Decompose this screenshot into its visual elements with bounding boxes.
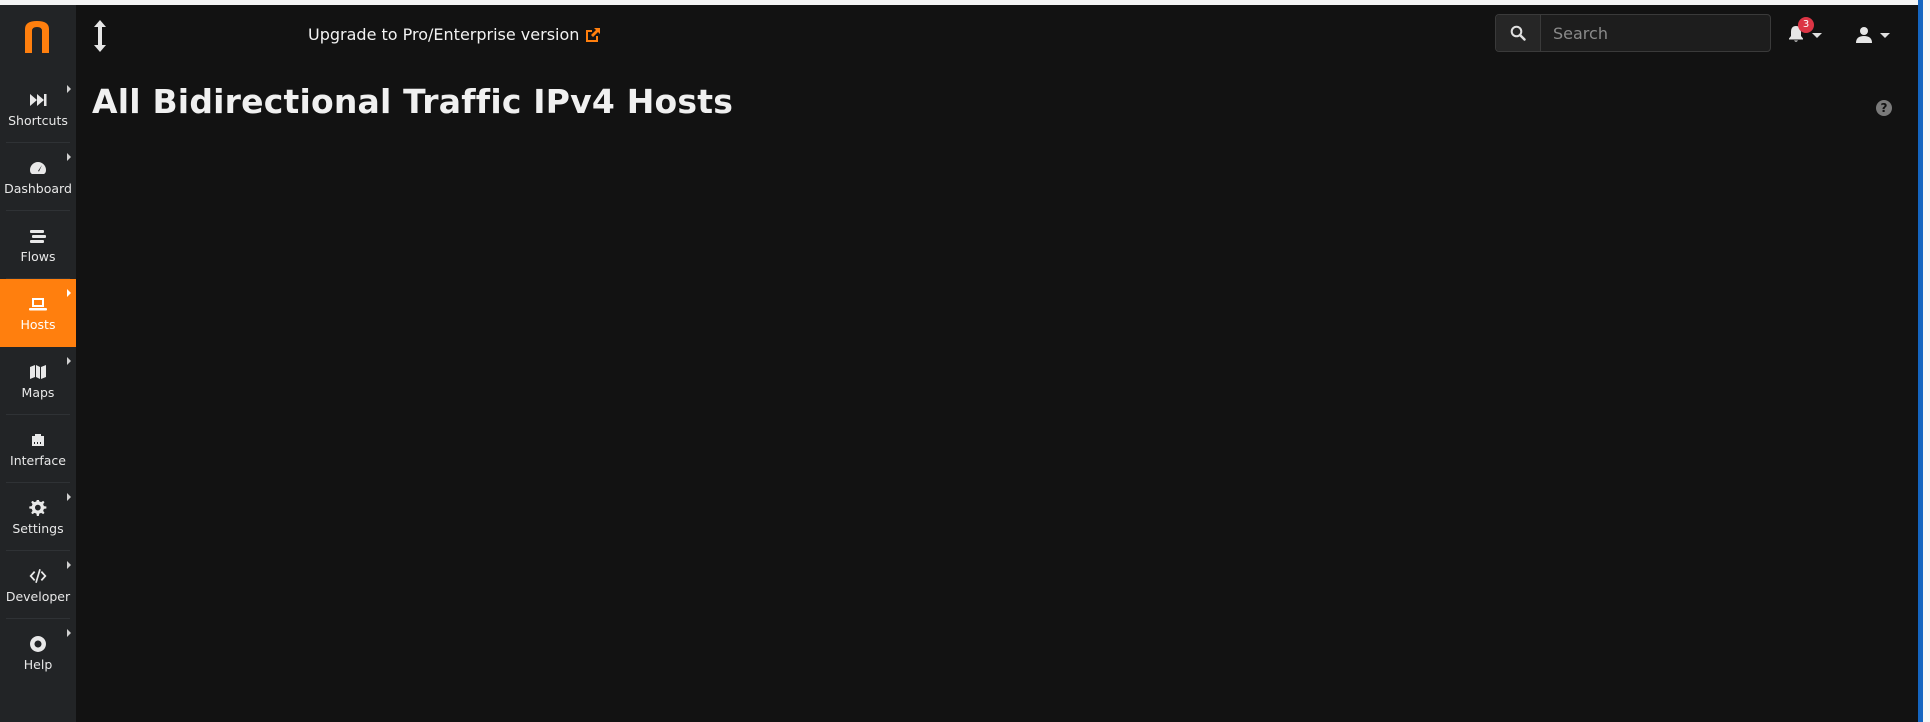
sidebar-item-label: Help <box>23 656 53 672</box>
sidebar-item-label: Dashboard <box>4 180 72 196</box>
search-box <box>1495 14 1771 52</box>
sidebar-item-label: Developer <box>5 588 71 604</box>
search-icon <box>1510 25 1526 41</box>
submenu-caret-icon <box>67 153 71 161</box>
page-title: All Bidirectional Traffic IPv4 Hosts <box>92 82 734 121</box>
upgrade-link[interactable]: Upgrade to Pro/Enterprise version <box>308 25 602 44</box>
submenu-caret-icon <box>67 561 71 569</box>
sidebar-item-interface[interactable]: Interface <box>0 415 76 483</box>
notification-badge: 3 <box>1798 17 1814 33</box>
sidebar-item-shortcuts[interactable]: Shortcuts <box>0 75 76 143</box>
gauge-icon <box>28 159 48 177</box>
notifications-button[interactable]: 3 <box>1785 17 1825 48</box>
sidebar-item-label: Flows <box>20 248 56 264</box>
submenu-caret-icon <box>67 289 71 297</box>
map-icon <box>28 363 48 381</box>
sidebar-item-label: Interface <box>10 452 66 468</box>
ntopng-logo[interactable] <box>21 19 53 55</box>
sidebar-item-label: Shortcuts <box>8 112 68 128</box>
chevron-down-icon <box>1812 33 1822 38</box>
chevron-down-icon <box>1880 33 1890 38</box>
submenu-caret-icon <box>67 493 71 501</box>
life-ring-icon <box>28 635 48 653</box>
upgrade-label: Upgrade to Pro/Enterprise version <box>308 25 580 44</box>
sidebar-item-help[interactable]: Help <box>0 619 76 687</box>
user-icon <box>1856 27 1872 43</box>
window-top-strip <box>0 0 1930 5</box>
sidebar-item-label: Settings <box>12 520 64 536</box>
sidebar-item-settings[interactable]: Settings <box>0 483 76 551</box>
sidebar: Shortcuts Dashboard Flows Hosts Maps Int… <box>0 5 76 722</box>
sidebar-item-flows[interactable]: Flows <box>0 211 76 279</box>
sidebar-toggle-icon[interactable] <box>90 18 110 54</box>
sidebar-item-hosts[interactable]: Hosts <box>0 279 76 347</box>
submenu-caret-icon <box>67 85 71 93</box>
sidebar-item-label: Maps <box>21 384 55 400</box>
laptop-icon <box>28 295 48 313</box>
ethernet-icon <box>28 431 48 449</box>
submenu-caret-icon <box>67 357 71 365</box>
fast-forward-icon <box>28 91 48 109</box>
search-button[interactable] <box>1496 15 1541 51</box>
submenu-caret-icon <box>67 629 71 637</box>
sidebar-item-dashboard[interactable]: Dashboard <box>0 143 76 211</box>
background-window <box>1923 0 1930 722</box>
code-icon <box>28 567 48 585</box>
help-icon[interactable]: ? <box>1876 100 1892 116</box>
sidebar-item-maps[interactable]: Maps <box>0 347 76 415</box>
sidebar-item-developer[interactable]: Developer <box>0 551 76 619</box>
gear-icon <box>28 499 48 517</box>
search-input[interactable] <box>1541 15 1770 51</box>
external-link-icon <box>586 27 601 42</box>
stream-icon <box>28 227 48 245</box>
user-menu-button[interactable] <box>1853 22 1897 48</box>
sidebar-item-label: Hosts <box>20 316 56 332</box>
